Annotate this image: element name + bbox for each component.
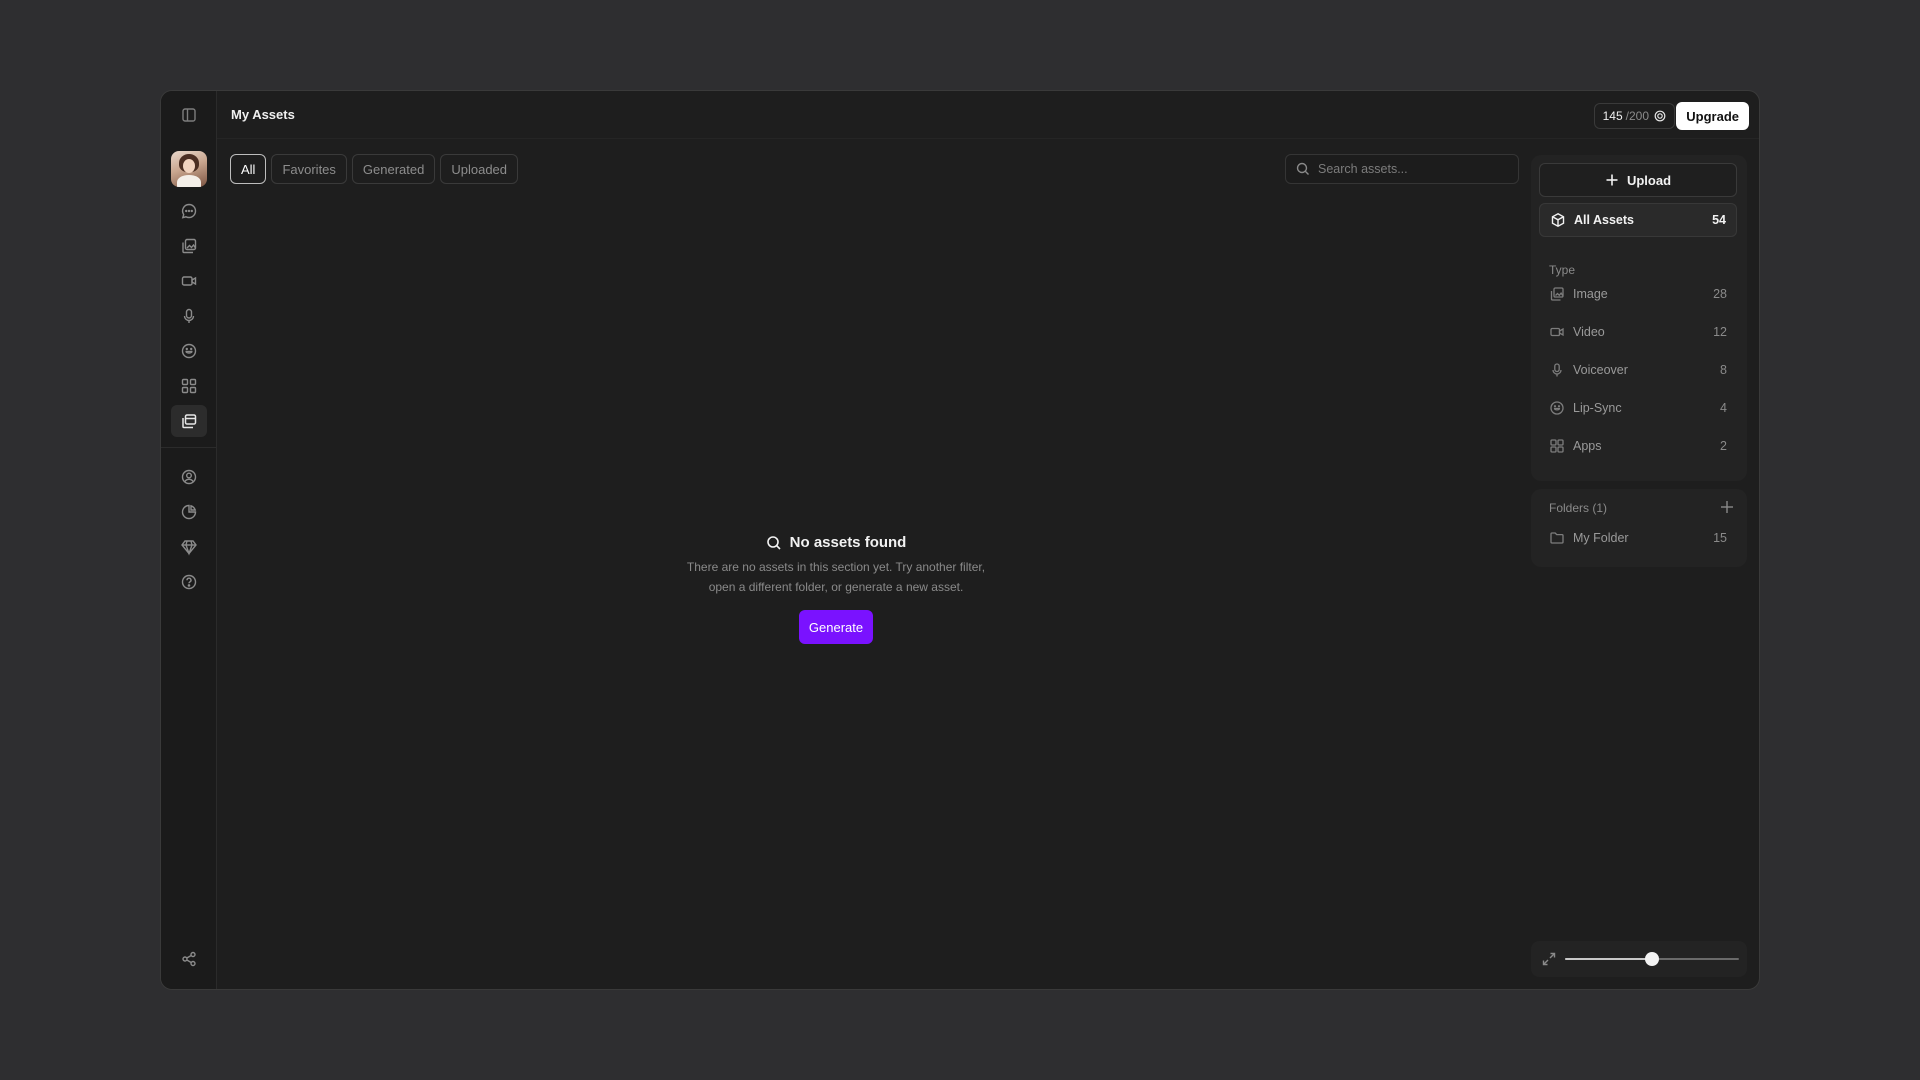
all-assets-label: All Assets [1574, 213, 1634, 227]
video-icon [1550, 327, 1564, 337]
type-item-label: Voiceover [1573, 363, 1628, 377]
filter-all[interactable]: All [230, 154, 267, 184]
empty-state-description: There are no assets in this section yet.… [686, 560, 986, 594]
type-item-count: 4 [1720, 401, 1727, 415]
microphone-icon[interactable] [171, 300, 207, 332]
chat-icon[interactable] [171, 195, 207, 227]
face-icon[interactable] [171, 335, 207, 367]
search-icon [1296, 162, 1309, 175]
top-bar: My Assets 145/200 Upgrade [217, 91, 1759, 139]
folders-section-label: Folders (1) [1549, 501, 1608, 515]
type-item-label: Image [1573, 287, 1608, 301]
type-item-count: 2 [1720, 439, 1727, 453]
help-icon[interactable] [171, 566, 207, 598]
folder-item-count: 15 [1713, 531, 1727, 545]
asset-filter-panel: Upload All Assets 54 Type Image 28 Video… [1531, 155, 1747, 481]
type-item-image[interactable]: Image 28 [1539, 279, 1737, 309]
type-item-apps[interactable]: Apps 2 [1539, 431, 1737, 461]
zoom-control [1531, 941, 1747, 977]
search-input[interactable] [1318, 162, 1508, 176]
credits-max: /200 [1625, 109, 1649, 123]
image-icon [1550, 287, 1564, 301]
generate-button[interactable]: Generate [798, 610, 874, 644]
video-icon[interactable] [171, 265, 207, 297]
filter-tabs: All Favorites Generated Uploaded [230, 154, 519, 184]
type-item-count: 28 [1713, 287, 1727, 301]
type-item-count: 12 [1713, 325, 1727, 339]
type-item-lip-sync[interactable]: Lip-Sync 4 [1539, 393, 1737, 423]
coin-icon [1654, 110, 1666, 122]
search-box [1285, 154, 1519, 184]
app-window: My Assets 145/200 Upgrade All Favorites … [160, 90, 1760, 990]
empty-state-title-text: No assets found [789, 534, 907, 551]
image-icon[interactable] [171, 230, 207, 262]
all-assets-count: 54 [1712, 213, 1726, 227]
zoom-slider[interactable] [1565, 952, 1739, 966]
diamond-icon[interactable] [171, 531, 207, 563]
add-folder-icon[interactable] [1719, 499, 1735, 515]
avatar[interactable] [171, 151, 207, 187]
all-assets-item[interactable]: All Assets 54 [1539, 203, 1737, 237]
filter-favorites[interactable]: Favorites [271, 154, 347, 184]
box-icon [1551, 213, 1565, 227]
type-item-voiceover[interactable]: Voiceover 8 [1539, 355, 1737, 385]
type-item-label: Apps [1573, 439, 1602, 453]
empty-state-title: No assets found [681, 534, 991, 551]
search-icon [766, 535, 781, 550]
zoom-slider-thumb[interactable] [1645, 952, 1659, 966]
type-section-label: Type [1549, 263, 1576, 277]
type-item-count: 8 [1720, 363, 1727, 377]
sidebar [161, 91, 217, 989]
upload-button[interactable]: Upload [1539, 163, 1737, 197]
folder-icon [1550, 532, 1564, 544]
upload-label: Upload [1626, 172, 1672, 188]
expand-icon[interactable] [1541, 951, 1557, 967]
folder-item-label: My Folder [1573, 531, 1629, 545]
type-item-label: Video [1573, 325, 1605, 339]
credits-counter[interactable]: 145/200 [1593, 103, 1675, 129]
upgrade-button[interactable]: Upgrade [1676, 102, 1749, 130]
face-icon [1550, 401, 1564, 415]
folder-item[interactable]: My Folder 15 [1539, 523, 1737, 553]
plus-icon [1606, 174, 1618, 186]
assets-icon[interactable] [171, 405, 207, 437]
apps-grid-icon [1550, 439, 1564, 453]
empty-state: No assets found There are no assets in t… [681, 534, 991, 644]
share-icon[interactable] [171, 943, 207, 975]
sidebar-toggle-icon[interactable] [180, 106, 198, 124]
type-item-video[interactable]: Video 12 [1539, 317, 1737, 347]
credits-used: 145 [1602, 109, 1623, 123]
usage-chart-icon[interactable] [171, 496, 207, 528]
page-title: My Assets [231, 107, 295, 122]
microphone-icon [1552, 363, 1562, 377]
account-icon[interactable] [171, 461, 207, 493]
type-item-label: Lip-Sync [1573, 401, 1622, 415]
filter-generated[interactable]: Generated [351, 154, 436, 184]
zoom-slider-fill [1565, 958, 1652, 960]
apps-grid-icon[interactable] [171, 370, 207, 402]
filter-uploaded[interactable]: Uploaded [440, 154, 519, 184]
folders-panel: Folders (1) My Folder 15 [1531, 489, 1747, 567]
